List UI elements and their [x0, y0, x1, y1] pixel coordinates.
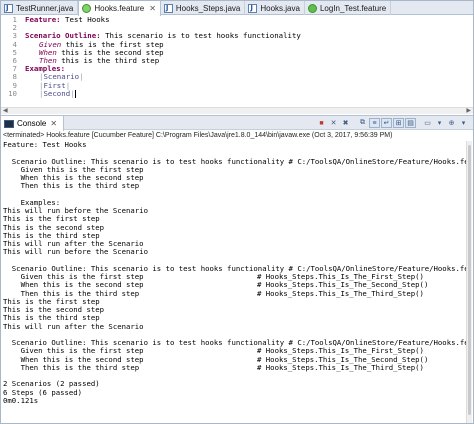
console-line: 0m0.121s — [1, 395, 467, 405]
editor-tab-label: LogIn_Test.feature — [319, 3, 387, 13]
editor-tab-label: TestRunner.java — [16, 3, 74, 13]
scroll-lock-icon[interactable]: ≡ — [369, 118, 380, 128]
editor-text: Test Hooks — [60, 15, 110, 24]
scroll-right-icon[interactable]: ▶ — [466, 108, 471, 115]
display-selected-console-icon[interactable]: ▭ — [422, 118, 433, 128]
console-line: Then this is the third step # Hooks_Steps… — [1, 362, 467, 372]
console-icon — [4, 119, 14, 128]
editor-tab[interactable]: LogIn_Test.feature — [305, 1, 392, 15]
editor-line: 6 Then this is the third step — [1, 55, 473, 65]
copy-icon[interactable]: ⧉ — [357, 118, 368, 128]
step-definition-ref: # Hooks_Steps.This_Is_The_Third_Step() — [257, 362, 424, 372]
console-view-header: Console ✕ ■ ✕ ✖ ⧉ ≡ ↵ ⊞ ▤ ▭ ▾ ⊕ ▾ — [1, 115, 473, 131]
console-launch-status: <terminated> Hooks.feature [Cucumber Fea… — [3, 132, 393, 139]
editor-line: 10 |Second| — [1, 88, 473, 98]
editor-tab-label: Hooks.feature — [94, 4, 145, 13]
word-wrap-icon[interactable]: ↵ — [381, 118, 392, 128]
console-output[interactable]: Feature: Test Hooks Scenario Outline: Th… — [1, 141, 467, 423]
close-icon[interactable]: ✕ — [149, 4, 156, 13]
console-line-text: This will run before the Scenario — [3, 247, 148, 257]
editor-line-text: Feature: Test Hooks — [25, 15, 110, 24]
java-file-icon — [248, 3, 258, 13]
tab-console[interactable]: Console ✕ — [1, 116, 65, 131]
show-on-output-icon[interactable]: ▤ — [405, 118, 416, 128]
console-line: Feature: Test Hooks — [1, 141, 467, 149]
editor-horizontal-scrollbar[interactable]: ◀ ▶ — [1, 107, 473, 114]
console-tab-label: Console — [17, 119, 47, 128]
editor-tab[interactable]: TestRunner.java — [1, 1, 79, 15]
editor-tab[interactable]: Hooks.feature ✕ — [78, 1, 161, 16]
editor-text: Second — [43, 88, 71, 98]
feature-editor[interactable]: 1 Feature: Test Hooks 2 3 Scenario Outline: … — [1, 15, 473, 109]
console-line-text: Feature: Test Hooks — [3, 141, 87, 149]
console-line-text: 0m0.121s — [3, 395, 39, 405]
console-line-text: Then this is the third step — [3, 362, 140, 372]
editor-line: 1 Feature: Test Hooks — [1, 15, 473, 24]
open-console-icon[interactable]: ⊕ — [446, 118, 457, 128]
step-definition-ref: # Hooks_Steps.This_Is_The_Third_Step() — [257, 288, 424, 298]
console-line: This will run after the Scenario — [1, 321, 467, 331]
eclipse-window: TestRunner.java Hooks.feature ✕ Hooks_Steps… — [0, 0, 474, 424]
dropdown-chevron-icon[interactable]: ▾ — [458, 118, 469, 128]
feature-file-icon — [307, 3, 317, 13]
remove-launch-icon[interactable]: ✕ — [328, 118, 339, 128]
pin-console-icon[interactable]: ⊞ — [393, 118, 404, 128]
close-icon[interactable]: ✕ — [50, 119, 57, 128]
editor-tab-bar: TestRunner.java Hooks.feature ✕ Hooks_Steps… — [1, 1, 473, 16]
console-toolbar: ■ ✕ ✖ ⧉ ≡ ↵ ⊞ ▤ ▭ ▾ ⊕ ▾ — [316, 118, 469, 128]
dropdown-chevron-icon[interactable]: ▾ — [434, 118, 445, 128]
console-vertical-scrollbar[interactable] — [466, 141, 472, 423]
editor-text: this is the third step — [56, 55, 160, 65]
text-caret — [74, 89, 76, 98]
table-pipe: | — [79, 72, 84, 82]
console-line: 6 Steps (6 passed) — [1, 388, 467, 397]
gherkin-keyword: Feature: — [25, 15, 61, 24]
scrollbar-thumb[interactable] — [468, 145, 471, 415]
editor-line-text: |Second| — [39, 88, 76, 98]
java-file-icon — [4, 3, 13, 13]
editor-tab[interactable]: Hooks.java — [245, 1, 305, 15]
toolbar-separator — [352, 118, 356, 128]
editor-tab[interactable]: Hooks_Steps.java — [161, 1, 246, 15]
toolbar-separator — [417, 118, 421, 128]
editor-tab-label: Hooks.java — [260, 3, 300, 13]
console-line-text: This will run after the Scenario — [3, 321, 144, 331]
console-line: Then this is the third step — [1, 182, 467, 190]
scroll-left-icon[interactable]: ◀ — [3, 108, 8, 115]
console-line-text: Then this is the third step — [3, 181, 140, 191]
java-file-icon — [163, 3, 173, 13]
editor-line: 8 |Scenario| — [1, 73, 473, 81]
editor-tab-label: Hooks_Steps.java — [175, 3, 241, 13]
console-line: This will run before the Scenario — [1, 248, 467, 256]
remove-all-terminated-icon[interactable]: ✖ — [340, 118, 351, 128]
line-number: 10 — [8, 88, 17, 98]
feature-file-icon — [82, 4, 92, 13]
stop-icon[interactable]: ■ — [316, 118, 327, 128]
